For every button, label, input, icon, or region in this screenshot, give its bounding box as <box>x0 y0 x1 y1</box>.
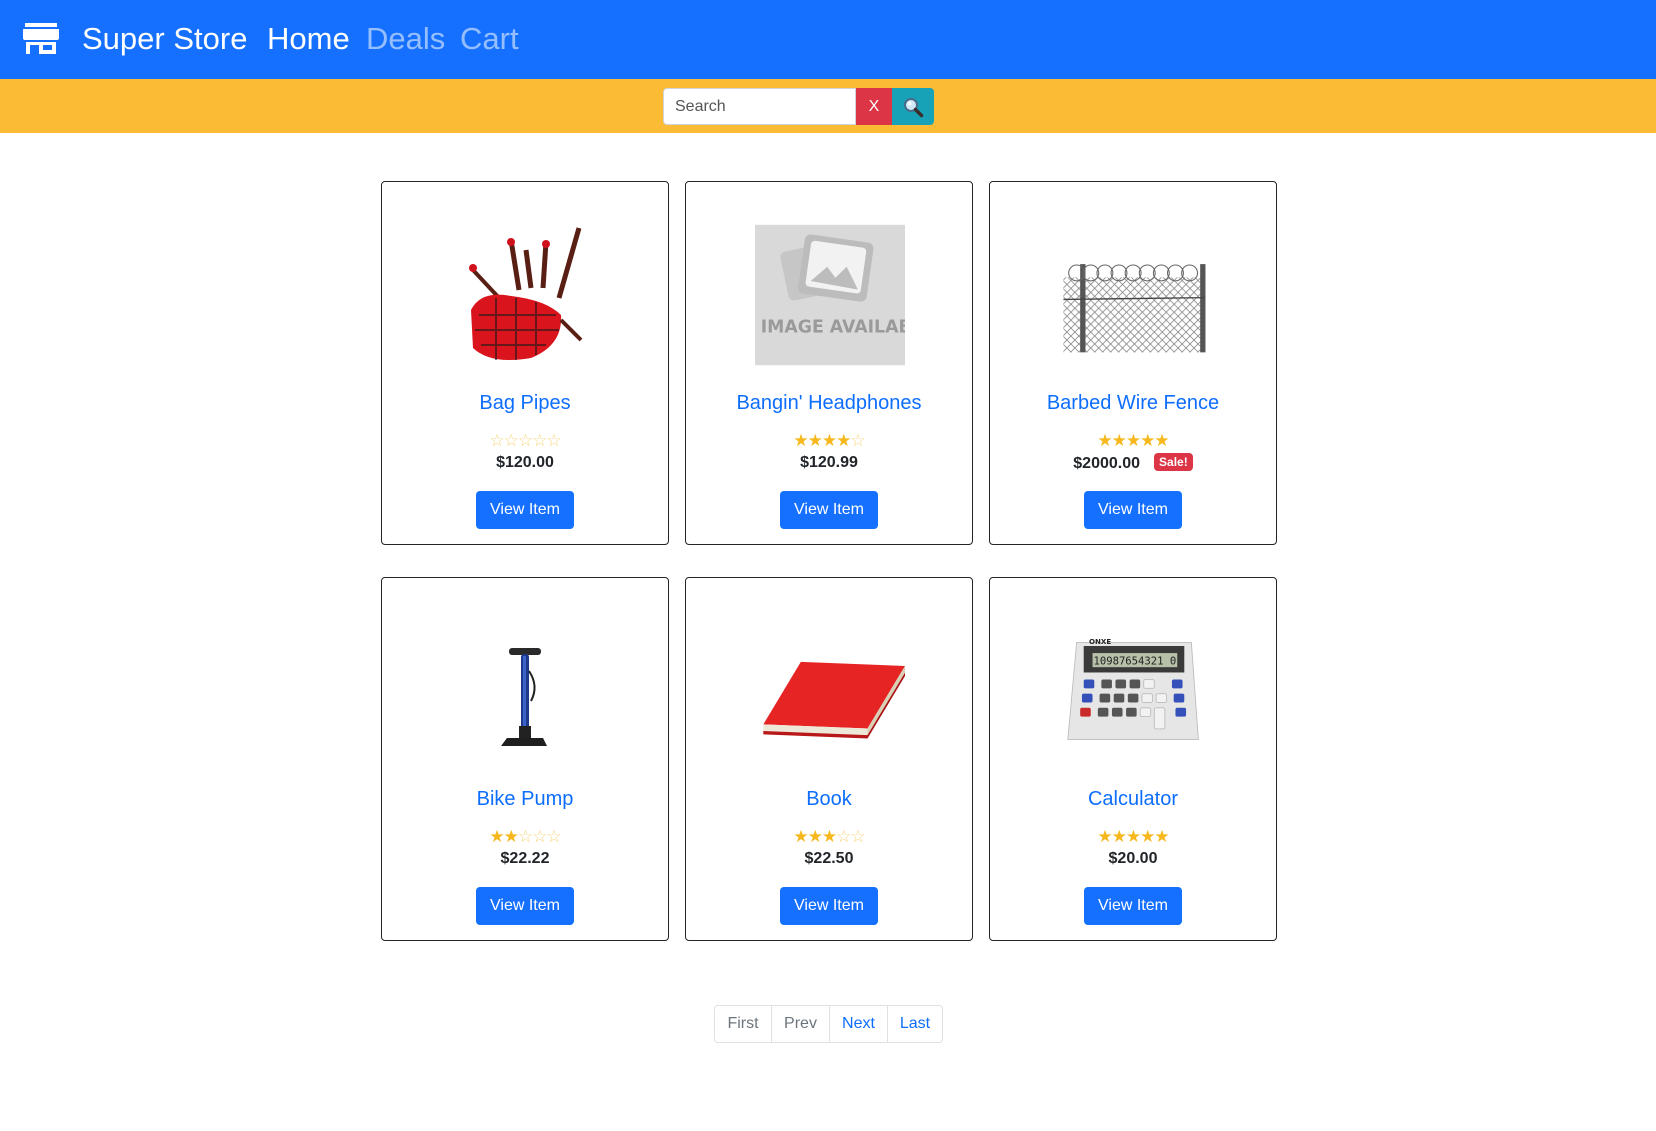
star-rating: ★★★★★ <box>990 828 1276 846</box>
product-card: Barbed Wire Fence ★★★★★ $2000.00 Sale! Vi… <box>989 181 1277 545</box>
product-card: Bike Pump ★★☆☆☆ $22.22 View Item <box>381 577 669 941</box>
star-empty-icon: ☆ <box>489 431 504 450</box>
search-input[interactable] <box>663 88 856 125</box>
star-rating: ★★★★☆ <box>686 432 972 450</box>
star-filled-icon: ★ <box>1125 827 1141 846</box>
star-empty-icon: ☆ <box>532 827 547 846</box>
product-title[interactable]: Bangin' Headphones <box>686 391 972 415</box>
product-title[interactable]: Bag Pipes <box>382 391 668 415</box>
star-rating: ★★★★★ <box>990 432 1276 450</box>
star-filled-icon: ★ <box>807 827 823 846</box>
product-price: $22.22 <box>500 850 550 867</box>
star-rating: ★★★☆☆ <box>686 828 972 846</box>
product-image <box>451 616 601 766</box>
product-price: $22.50 <box>804 850 854 867</box>
no-image-placeholder: NO IMAGE AVAILABLE <box>755 224 905 366</box>
bike-pump-image <box>501 648 547 746</box>
no-image-text: NO IMAGE AVAILABLE <box>755 318 905 338</box>
nav-home[interactable]: Home <box>267 19 350 59</box>
search-button[interactable] <box>892 88 934 125</box>
view-item-button[interactable]: View Item <box>476 887 574 925</box>
star-filled-icon: ★ <box>1097 827 1112 846</box>
product-title[interactable]: Book <box>686 787 972 811</box>
product-title[interactable]: Barbed Wire Fence <box>990 391 1276 415</box>
star-empty-icon: ☆ <box>546 431 561 450</box>
star-empty-icon: ☆ <box>517 827 533 846</box>
bag-pipes-image <box>469 227 583 361</box>
product-title[interactable]: Calculator <box>990 787 1276 811</box>
view-item-button[interactable]: View Item <box>1084 887 1182 925</box>
star-filled-icon: ★ <box>821 827 837 846</box>
star-empty-icon: ☆ <box>517 431 533 450</box>
star-empty-icon: ☆ <box>836 827 851 846</box>
clear-search-button[interactable]: X <box>856 88 892 125</box>
product-image <box>451 220 601 370</box>
star-empty-icon: ☆ <box>850 827 865 846</box>
star-empty-icon: ☆ <box>503 431 519 450</box>
star-empty-icon: ☆ <box>850 431 865 450</box>
star-filled-icon: ★ <box>807 431 823 450</box>
view-item-button[interactable]: View Item <box>780 491 878 529</box>
star-filled-icon: ★ <box>489 827 504 846</box>
star-filled-icon: ★ <box>1140 431 1155 450</box>
calculator-brand: ONXE <box>1089 637 1111 646</box>
product-card: ONXE 10987654321 0 Calculator ★★★★★ $20.… <box>989 577 1277 941</box>
product-title[interactable]: Bike Pump <box>382 787 668 811</box>
nav-cart[interactable]: Cart <box>460 19 519 59</box>
pagination: First Prev Next Last <box>714 1005 943 1043</box>
barbed-wire-fence-image <box>1063 264 1206 353</box>
star-rating: ★★☆☆☆ <box>382 828 668 846</box>
page-next[interactable]: Next <box>830 1006 888 1042</box>
product-image <box>1059 220 1209 370</box>
product-card: NO IMAGE AVAILABLE Bangin' Headphones ★★… <box>685 181 973 545</box>
page-first: First <box>715 1006 772 1042</box>
nav-deals[interactable]: Deals <box>366 19 445 59</box>
view-item-button[interactable]: View Item <box>780 887 878 925</box>
product-card: Bag Pipes ☆☆☆☆☆ $120.00 View Item <box>381 181 669 545</box>
brand-name[interactable]: Super Store <box>82 19 247 59</box>
magnifying-glass-icon <box>904 97 924 117</box>
star-filled-icon: ★ <box>821 431 837 450</box>
view-item-button[interactable]: View Item <box>1084 491 1182 529</box>
star-empty-icon: ☆ <box>532 431 547 450</box>
star-filled-icon: ★ <box>1125 431 1141 450</box>
star-filled-icon: ★ <box>836 431 851 450</box>
product-price: $120.00 <box>496 454 554 471</box>
product-price: $2000.00 <box>1073 455 1141 472</box>
product-image: NO IMAGE AVAILABLE <box>755 220 905 370</box>
star-filled-icon: ★ <box>1140 827 1155 846</box>
product-price: $20.00 <box>1108 850 1158 867</box>
star-filled-icon: ★ <box>1154 827 1169 846</box>
calculator-image: ONXE 10987654321 0 <box>1067 637 1199 740</box>
star-filled-icon: ★ <box>1111 431 1127 450</box>
navbar: Super Store Home Deals Cart <box>0 0 1656 79</box>
product-card: Book ★★★☆☆ $22.50 View Item <box>685 577 973 941</box>
star-rating: ☆☆☆☆☆ <box>382 432 668 450</box>
product-price: $120.99 <box>800 454 858 471</box>
view-item-button[interactable]: View Item <box>476 491 574 529</box>
product-image: ONXE 10987654321 0 <box>1059 616 1209 766</box>
sale-badge: Sale! <box>1154 453 1193 471</box>
star-filled-icon: ★ <box>1154 431 1169 450</box>
page-last[interactable]: Last <box>888 1006 942 1042</box>
page-prev: Prev <box>772 1006 830 1042</box>
product-image <box>755 616 905 766</box>
star-filled-icon: ★ <box>793 827 808 846</box>
star-empty-icon: ☆ <box>546 827 561 846</box>
star-filled-icon: ★ <box>1097 431 1112 450</box>
red-book-image <box>763 661 905 739</box>
star-filled-icon: ★ <box>503 827 519 846</box>
star-filled-icon: ★ <box>793 431 808 450</box>
star-filled-icon: ★ <box>1111 827 1127 846</box>
calculator-display: 10987654321 0 <box>1093 656 1176 668</box>
store-icon[interactable] <box>22 20 60 56</box>
